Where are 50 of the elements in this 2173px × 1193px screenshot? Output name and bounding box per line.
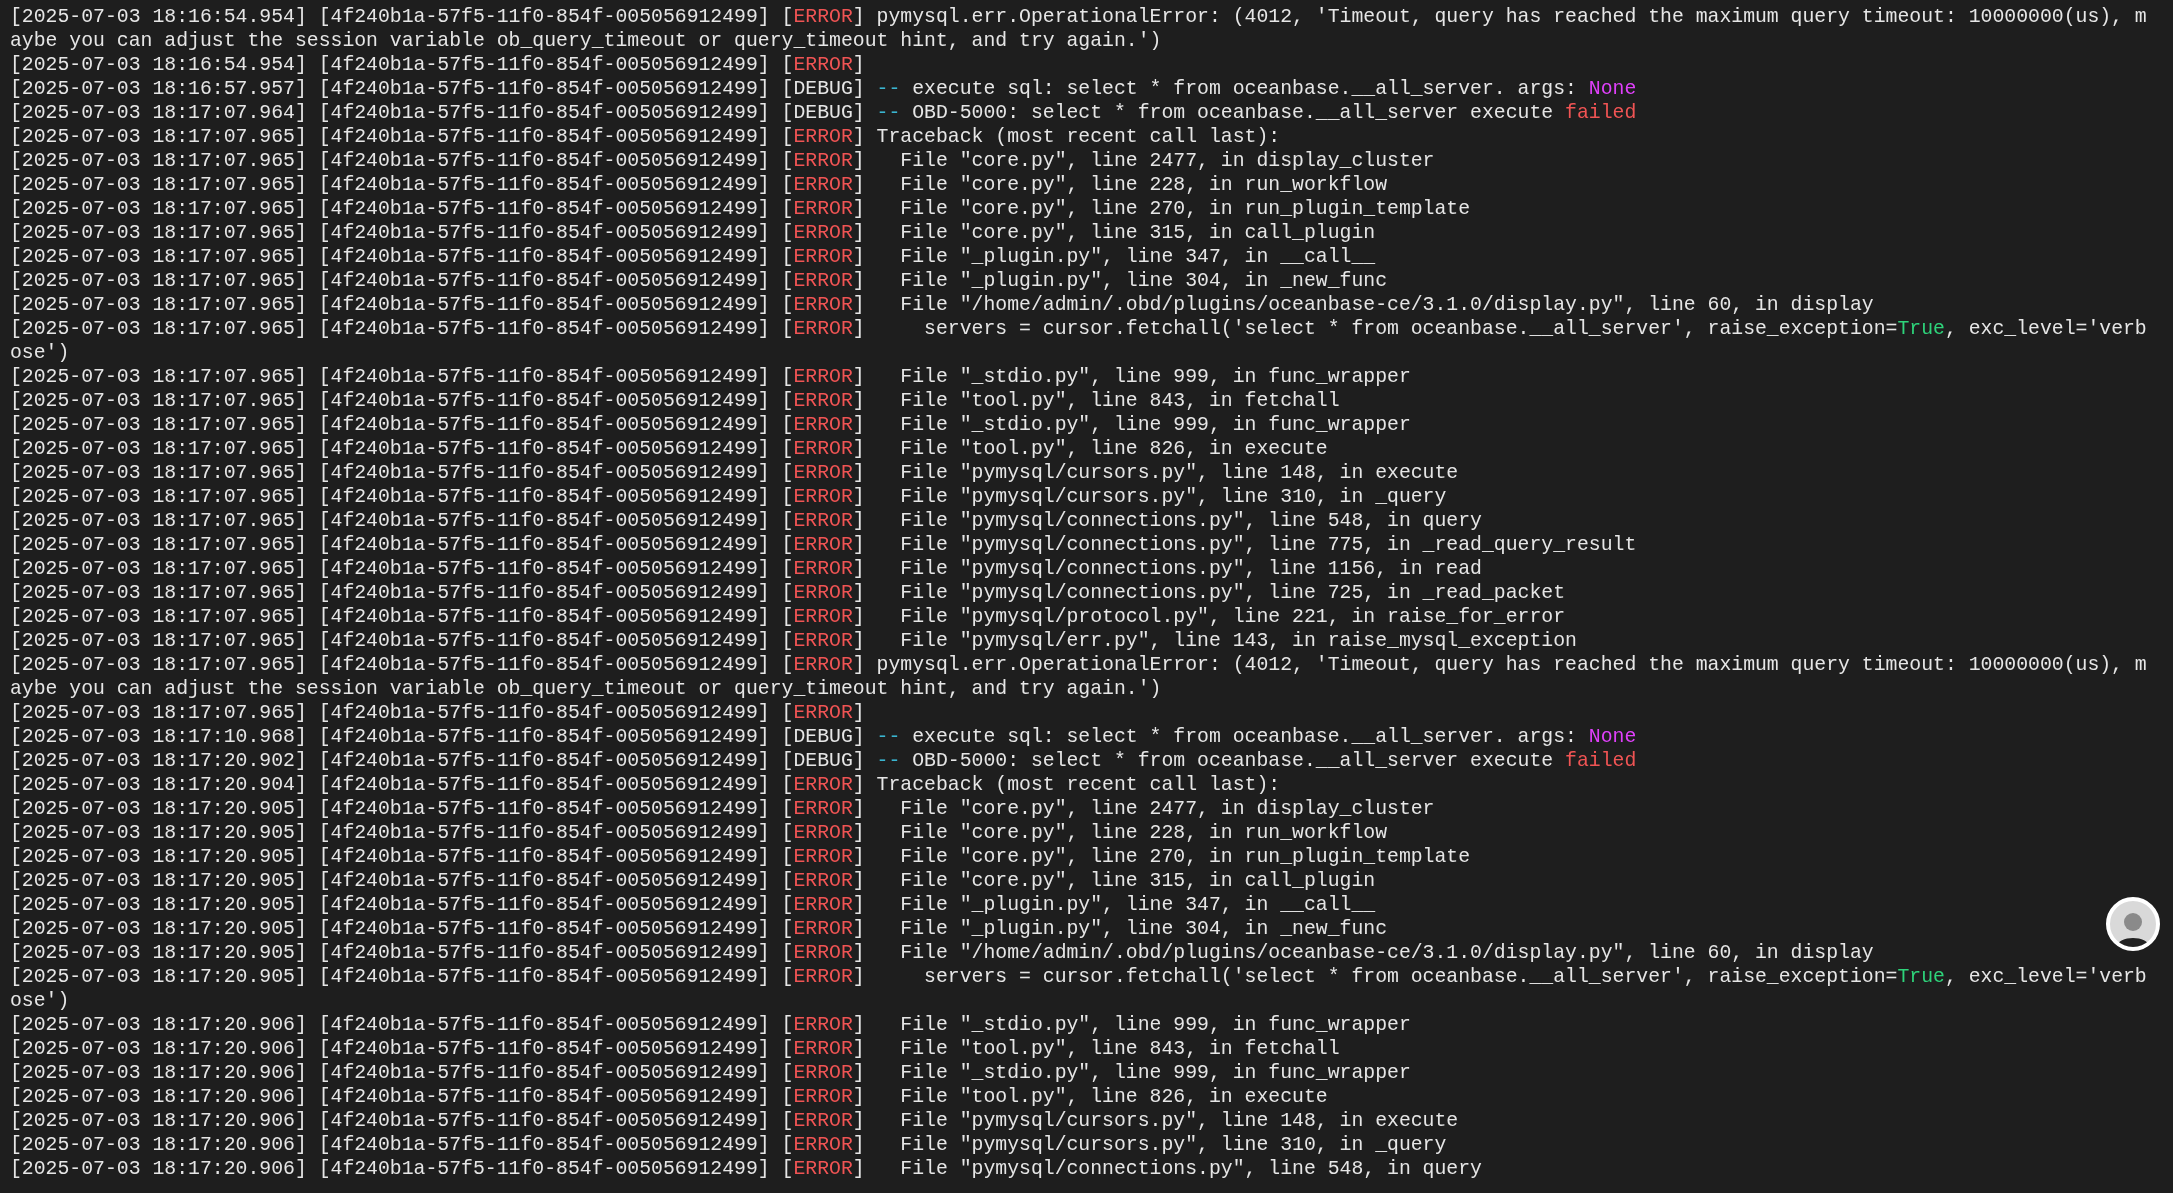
log-line: [2025-07-03 18:17:20.906] [4f240b1a-57f5-11f0-854f-005056912499] [ERROR] File "pymysql/connections.py", line 548, in query	[10, 1157, 1482, 1181]
log-line: ose')	[10, 989, 70, 1013]
log-line: [2025-07-03 18:17:07.965] [4f240b1a-57f5-11f0-854f-005056912499] [ERROR] File "pymysql/connections.py", line 548, in query	[10, 509, 1482, 533]
log-line: [2025-07-03 18:17:20.906] [4f240b1a-57f5-11f0-854f-005056912499] [ERROR] File "_stdio.py", line 999, in func_wrapper	[10, 1013, 1411, 1037]
log-line: [2025-07-03 18:17:07.964] [4f240b1a-57f5-11f0-854f-005056912499] [DEBUG] -- OBD-5000: select * from oceanbase.__all_server execute failed	[10, 101, 1637, 125]
log-line: [2025-07-03 18:16:54.954] [4f240b1a-57f5-11f0-854f-005056912499] [ERROR] pymysql.err.OperationalError: (4012, 'Timeout, query has reached the maximum query timeout: 10000000(us), m	[10, 5, 2147, 29]
log-line: [2025-07-03 18:17:07.965] [4f240b1a-57f5-11f0-854f-005056912499] [ERROR] File "_plugin.py", line 304, in _new_func	[10, 269, 1387, 293]
log-line: [2025-07-03 18:17:20.905] [4f240b1a-57f5-11f0-854f-005056912499] [ERROR] servers = cursor.fetchall('select * from oceanbase.__all_server', raise_exception=True, exc_level='verb	[10, 965, 2147, 989]
log-line: [2025-07-03 18:17:07.965] [4f240b1a-57f5-11f0-854f-005056912499] [ERROR] servers = cursor.fetchall('select * from oceanbase.__all_server', raise_exception=True, exc_level='verb	[10, 317, 2147, 341]
log-line: ose')	[10, 341, 70, 365]
log-line: aybe you can adjust the session variable ob_query_timeout or query_timeout hint, and try again.')	[10, 29, 1162, 53]
log-line: [2025-07-03 18:17:20.906] [4f240b1a-57f5-11f0-854f-005056912499] [ERROR] File "tool.py", line 843, in fetchall	[10, 1037, 1340, 1061]
log-line: [2025-07-03 18:17:07.965] [4f240b1a-57f5-11f0-854f-005056912499] [ERROR] pymysql.err.OperationalError: (4012, 'Timeout, query has reached the maximum query timeout: 10000000(us), m	[10, 653, 2147, 677]
log-line: [2025-07-03 18:17:07.965] [4f240b1a-57f5-11f0-854f-005056912499] [ERROR] File "pymysql/cursors.py", line 148, in execute	[10, 461, 1459, 485]
log-line: [2025-07-03 18:17:07.965] [4f240b1a-57f5-11f0-854f-005056912499] [ERROR] File "core.py", line 228, in run_workflow	[10, 173, 1387, 197]
log-line: [2025-07-03 18:17:07.965] [4f240b1a-57f5-11f0-854f-005056912499] [ERROR] Traceback (most recent call last):	[10, 125, 1281, 149]
log-line: [2025-07-03 18:17:07.965] [4f240b1a-57f5-11f0-854f-005056912499] [ERROR] File "pymysql/connections.py", line 725, in _read_packet	[10, 581, 1566, 605]
log-line: [2025-07-03 18:17:20.905] [4f240b1a-57f5-11f0-854f-005056912499] [ERROR] File "core.py", line 270, in run_plugin_template	[10, 845, 1471, 869]
log-line: [2025-07-03 18:16:57.957] [4f240b1a-57f5-11f0-854f-005056912499] [DEBUG] -- execute sql: select * from oceanbase.__all_server. args: None	[10, 77, 1637, 101]
log-line: [2025-07-03 18:16:54.954] [4f240b1a-57f5-11f0-854f-005056912499] [ERROR]	[10, 53, 865, 77]
log-line: [2025-07-03 18:17:07.965] [4f240b1a-57f5-11f0-854f-005056912499] [ERROR] File "_stdio.py", line 999, in func_wrapper	[10, 365, 1411, 389]
log-line: [2025-07-03 18:17:07.965] [4f240b1a-57f5-11f0-854f-005056912499] [ERROR] File "core.py", line 315, in call_plugin	[10, 221, 1376, 245]
log-line: [2025-07-03 18:17:20.904] [4f240b1a-57f5-11f0-854f-005056912499] [ERROR] Traceback (most recent call last):	[10, 773, 1281, 797]
log-line: [2025-07-03 18:17:20.905] [4f240b1a-57f5-11f0-854f-005056912499] [ERROR] File "core.py", line 315, in call_plugin	[10, 869, 1376, 893]
log-line: [2025-07-03 18:17:20.906] [4f240b1a-57f5-11f0-854f-005056912499] [ERROR] File "pymysql/cursors.py", line 310, in _query	[10, 1133, 1447, 1157]
log-line: [2025-07-03 18:17:20.905] [4f240b1a-57f5-11f0-854f-005056912499] [ERROR] File "_plugin.py", line 347, in __call__	[10, 893, 1376, 917]
log-line: [2025-07-03 18:17:07.965] [4f240b1a-57f5-11f0-854f-005056912499] [ERROR] File "pymysql/connections.py", line 1156, in read	[10, 557, 1482, 581]
log-line: [2025-07-03 18:17:20.905] [4f240b1a-57f5-11f0-854f-005056912499] [ERROR] File "core.py", line 228, in run_workflow	[10, 821, 1387, 845]
log-line: [2025-07-03 18:17:07.965] [4f240b1a-57f5-11f0-854f-005056912499] [ERROR] File "core.py", line 2477, in display_cluster	[10, 149, 1435, 173]
log-line: [2025-07-03 18:17:20.906] [4f240b1a-57f5-11f0-854f-005056912499] [ERROR] File "tool.py", line 826, in execute	[10, 1085, 1328, 1109]
log-line: [2025-07-03 18:17:07.965] [4f240b1a-57f5-11f0-854f-005056912499] [ERROR] File "pymysql/cursors.py", line 310, in _query	[10, 485, 1447, 509]
avatar[interactable]	[2106, 897, 2160, 951]
log-line: [2025-07-03 18:17:07.965] [4f240b1a-57f5-11f0-854f-005056912499] [ERROR] File "tool.py", line 826, in execute	[10, 437, 1328, 461]
log-line: [2025-07-03 18:17:07.965] [4f240b1a-57f5-11f0-854f-005056912499] [ERROR] File "pymysql/protocol.py", line 221, in raise_for_error	[10, 605, 1566, 629]
log-line: [2025-07-03 18:17:20.906] [4f240b1a-57f5-11f0-854f-005056912499] [ERROR] File "pymysql/cursors.py", line 148, in execute	[10, 1109, 1459, 1133]
log-line: [2025-07-03 18:17:10.968] [4f240b1a-57f5-11f0-854f-005056912499] [DEBUG] -- execute sql: select * from oceanbase.__all_server. args: None	[10, 725, 1637, 749]
log-line: aybe you can adjust the session variable ob_query_timeout or query_timeout hint, and try again.')	[10, 677, 1162, 701]
log-line: [2025-07-03 18:17:07.965] [4f240b1a-57f5-11f0-854f-005056912499] [ERROR]	[10, 701, 865, 725]
log-line: [2025-07-03 18:17:20.902] [4f240b1a-57f5-11f0-854f-005056912499] [DEBUG] -- OBD-5000: select * from oceanbase.__all_server execute failed	[10, 749, 1637, 773]
log-line: [2025-07-03 18:17:07.965] [4f240b1a-57f5-11f0-854f-005056912499] [ERROR] File "pymysql/err.py", line 143, in raise_mysql_exception	[10, 629, 1577, 653]
log-line: [2025-07-03 18:17:07.965] [4f240b1a-57f5-11f0-854f-005056912499] [ERROR] File "_stdio.py", line 999, in func_wrapper	[10, 413, 1411, 437]
log-line: [2025-07-03 18:17:20.905] [4f240b1a-57f5-11f0-854f-005056912499] [ERROR] File "/home/admin/.obd/plugins/oceanbase-ce/3.1.0/display.py", line 60, in display	[10, 941, 1874, 965]
log-line: [2025-07-03 18:17:20.905] [4f240b1a-57f5-11f0-854f-005056912499] [ERROR] File "_plugin.py", line 304, in _new_func	[10, 917, 1387, 941]
log-line: [2025-07-03 18:17:20.905] [4f240b1a-57f5-11f0-854f-005056912499] [ERROR] File "core.py", line 2477, in display_cluster	[10, 797, 1435, 821]
log-line: [2025-07-03 18:17:07.965] [4f240b1a-57f5-11f0-854f-005056912499] [ERROR] File "pymysql/connections.py", line 775, in _read_query_result	[10, 533, 1637, 557]
log-line: [2025-07-03 18:17:07.965] [4f240b1a-57f5-11f0-854f-005056912499] [ERROR] File "core.py", line 270, in run_plugin_template	[10, 197, 1471, 221]
log-line: [2025-07-03 18:17:07.965] [4f240b1a-57f5-11f0-854f-005056912499] [ERROR] File "tool.py", line 843, in fetchall	[10, 389, 1340, 413]
log-line: [2025-07-03 18:17:07.965] [4f240b1a-57f5-11f0-854f-005056912499] [ERROR] File "/home/admin/.obd/plugins/oceanbase-ce/3.1.0/display.py", line 60, in display	[10, 293, 1874, 317]
log-line: [2025-07-03 18:17:07.965] [4f240b1a-57f5-11f0-854f-005056912499] [ERROR] File "_plugin.py", line 347, in __call__	[10, 245, 1376, 269]
log-line: [2025-07-03 18:17:20.906] [4f240b1a-57f5-11f0-854f-005056912499] [ERROR] File "_stdio.py", line 999, in func_wrapper	[10, 1061, 1411, 1085]
